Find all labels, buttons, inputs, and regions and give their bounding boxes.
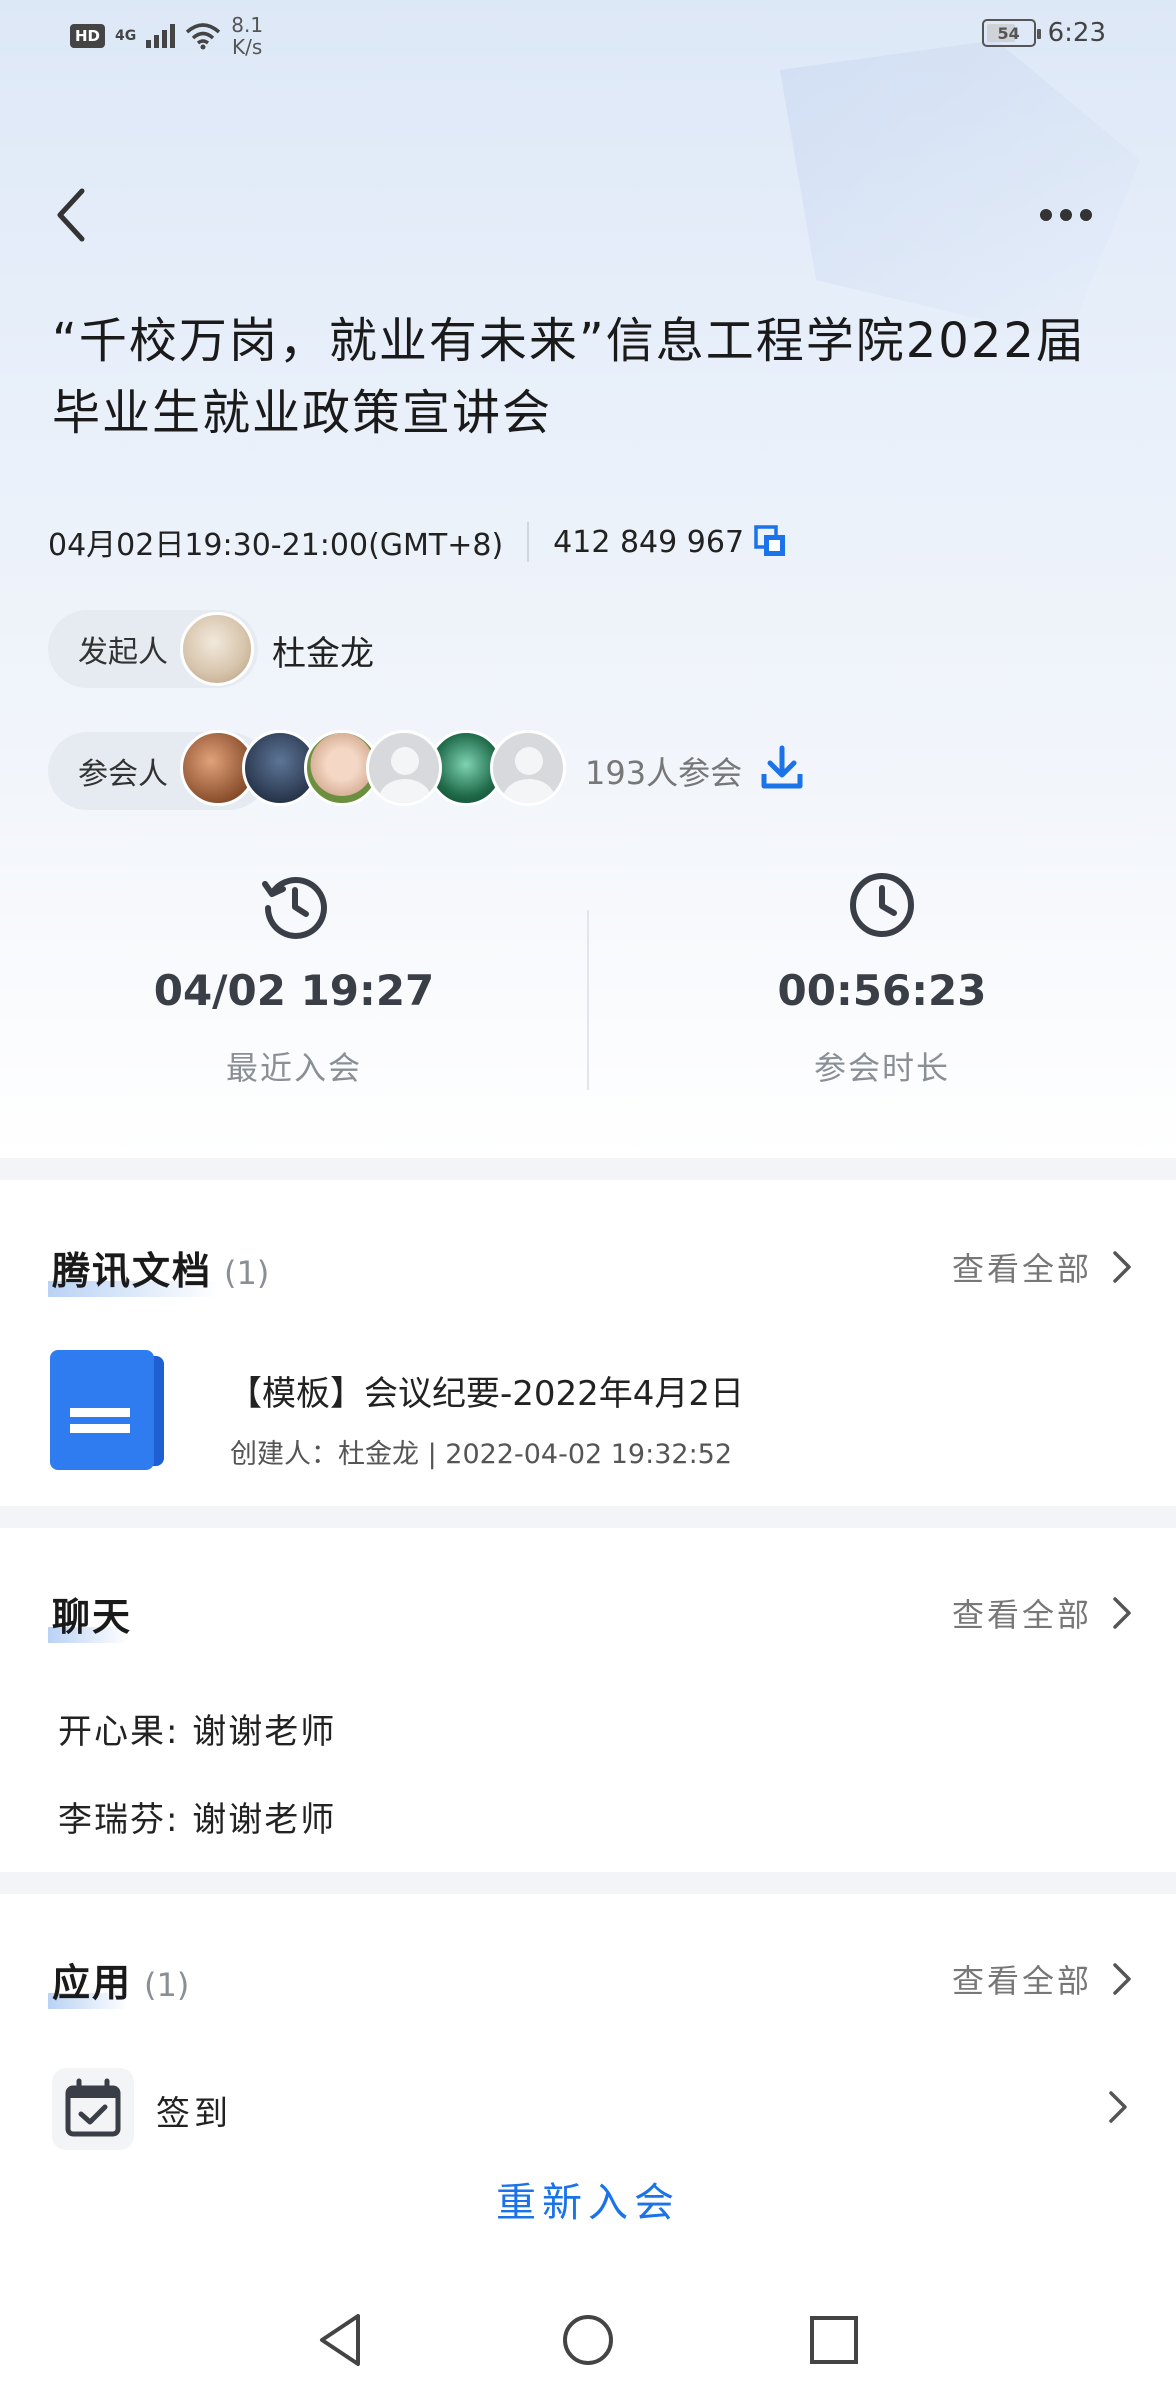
apps-view-all-label: 查看全部 xyxy=(951,1962,1092,2000)
network-type: 4G xyxy=(115,28,137,44)
chat-message: 李瑞芬: 谢谢老师 xyxy=(58,1800,337,1840)
download-icon[interactable] xyxy=(760,744,804,792)
document-icon xyxy=(50,1350,164,1470)
nav-back-icon[interactable] xyxy=(312,2310,372,2370)
host-name: 杜金龙 xyxy=(272,634,374,674)
clock-icon xyxy=(850,873,914,937)
nav-home-icon[interactable] xyxy=(558,2310,618,2370)
app-item-checkin[interactable]: 签到 xyxy=(0,2060,1176,2156)
avatar xyxy=(366,730,442,806)
rejoin-button[interactable]: 重新入会 xyxy=(0,2170,1176,2228)
network-speed: 8.1 K/s xyxy=(231,14,263,58)
chat-section-title: 聊天 xyxy=(48,1586,133,1643)
divider xyxy=(527,522,530,562)
chevron-right-icon xyxy=(1113,1251,1131,1283)
meeting-id: 412 849 967 xyxy=(553,524,745,560)
back-arrow-icon[interactable] xyxy=(48,185,98,245)
participant-avatars[interactable] xyxy=(180,730,566,806)
app-label: 签到 xyxy=(156,2094,232,2134)
status-bar: HD 4G 8.1 K/s 54 6:23 xyxy=(0,0,1176,70)
chevron-right-icon xyxy=(1113,1597,1131,1629)
meeting-time: 04月02日19:30-21:00(GMT+8) xyxy=(48,528,504,563)
chat-title: 聊天 xyxy=(52,1595,133,1639)
history-clock-icon xyxy=(262,876,327,939)
section-separator xyxy=(0,1872,1176,1894)
avatar xyxy=(490,730,566,806)
nav-recents-icon[interactable] xyxy=(804,2310,864,2370)
system-nav-bar xyxy=(0,2280,1176,2400)
chat-view-all-label: 查看全部 xyxy=(951,1596,1092,1634)
duration-label: 参会时长 xyxy=(813,1049,950,1087)
doc-title: 【模板】会议纪要-2022年4月2日 xyxy=(228,1374,745,1414)
docs-view-all-label: 查看全部 xyxy=(951,1250,1092,1288)
meeting-meta: 04月02日19:30-21:00(GMT+8) 412 849 967 xyxy=(48,520,788,564)
signal-icon xyxy=(146,24,176,48)
apps-view-all-button[interactable]: 查看全部 xyxy=(952,1956,1132,2002)
wifi-icon xyxy=(186,23,221,50)
duration-stat: 00:56:23 参会时长 xyxy=(588,870,1176,1089)
recent-join-stat: 04/02 19:27 最近入会 xyxy=(0,870,588,1089)
meeting-stats: 04/02 19:27 最近入会 00:56:23 参会时长 xyxy=(0,870,1176,1110)
decorative-shape xyxy=(780,40,1140,340)
participants-label: 参会人 xyxy=(78,757,168,792)
docs-view-all-button[interactable]: 查看全部 xyxy=(952,1244,1132,1290)
host-avatar[interactable] xyxy=(180,612,254,686)
battery-icon: 54 xyxy=(981,19,1041,47)
participant-count[interactable]: 193人参会 xyxy=(585,748,742,794)
meeting-title: “千校万岗，就业有未来”信息工程学院2022届毕业生就业政策宣讲会 xyxy=(52,313,1086,441)
chat-view-all-button[interactable]: 查看全部 xyxy=(952,1590,1132,1636)
recent-join-label: 最近入会 xyxy=(225,1049,362,1087)
speed-unit: K/s xyxy=(232,35,263,59)
more-options-icon[interactable] xyxy=(1040,200,1100,230)
section-separator xyxy=(0,1506,1176,1528)
battery-level: 54 xyxy=(997,23,1020,43)
calendar-check-icon xyxy=(65,2078,121,2137)
hd-badge: HD xyxy=(70,24,106,48)
docs-title: 腾讯文档 xyxy=(52,1249,213,1293)
duration-value: 00:56:23 xyxy=(777,966,987,1015)
chevron-right-icon xyxy=(1113,1963,1131,1995)
speed-value: 8.1 xyxy=(231,13,264,37)
status-right: 54 6:23 xyxy=(981,18,1106,48)
host-label: 发起人 xyxy=(78,635,168,670)
status-left: HD 4G 8.1 K/s xyxy=(70,14,263,58)
doc-meta: 创建人：杜金龙 | 2022-04-02 19:32:52 xyxy=(230,1439,733,1470)
apps-count: (1) xyxy=(144,1966,190,2004)
section-separator xyxy=(0,1158,1176,1180)
clock: 6:23 xyxy=(1047,18,1106,48)
chat-message: 开心果: 谢谢老师 xyxy=(58,1712,337,1752)
recent-join-value: 04/02 19:27 xyxy=(153,966,435,1015)
apps-section-title: 应用 (1) xyxy=(48,1952,190,2009)
docs-count: (1) xyxy=(224,1254,270,1292)
copy-icon[interactable] xyxy=(754,525,788,559)
apps-title: 应用 xyxy=(52,1961,133,2005)
chevron-right-icon xyxy=(1109,2091,1127,2123)
app-icon-container xyxy=(52,2068,134,2150)
docs-section-title: 腾讯文档 (1) xyxy=(48,1240,270,1297)
